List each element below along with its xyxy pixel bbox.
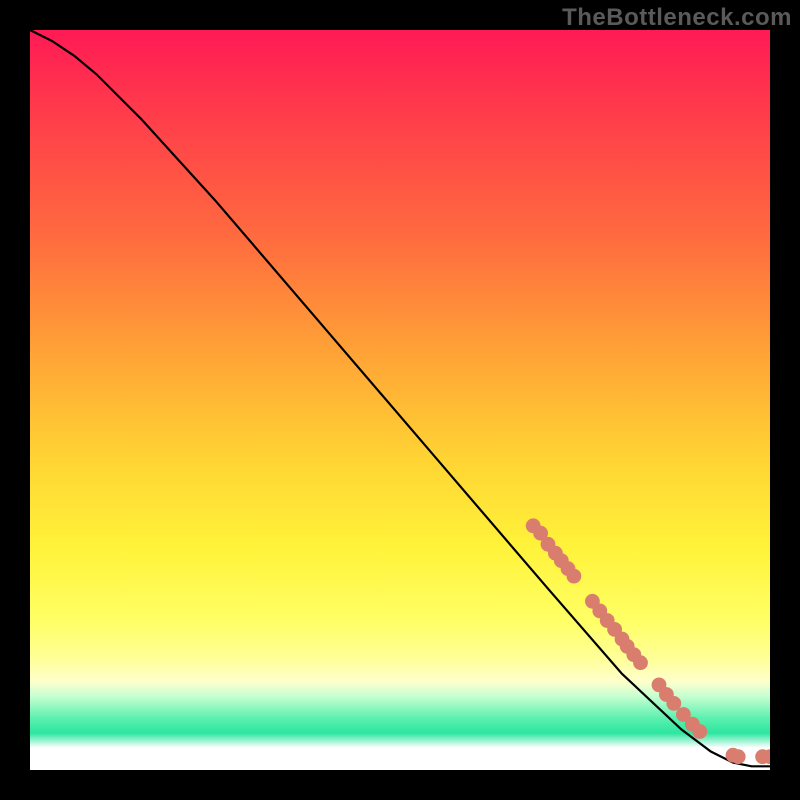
data-marker xyxy=(633,655,648,670)
data-marker xyxy=(692,724,707,739)
watermark-text: TheBottleneck.com xyxy=(562,4,792,32)
plot-svg xyxy=(30,30,770,770)
curve-line xyxy=(30,30,770,766)
chart-frame: TheBottleneck.com xyxy=(0,0,800,800)
marker-group xyxy=(526,518,770,764)
data-marker xyxy=(567,569,582,584)
data-marker xyxy=(731,749,746,764)
